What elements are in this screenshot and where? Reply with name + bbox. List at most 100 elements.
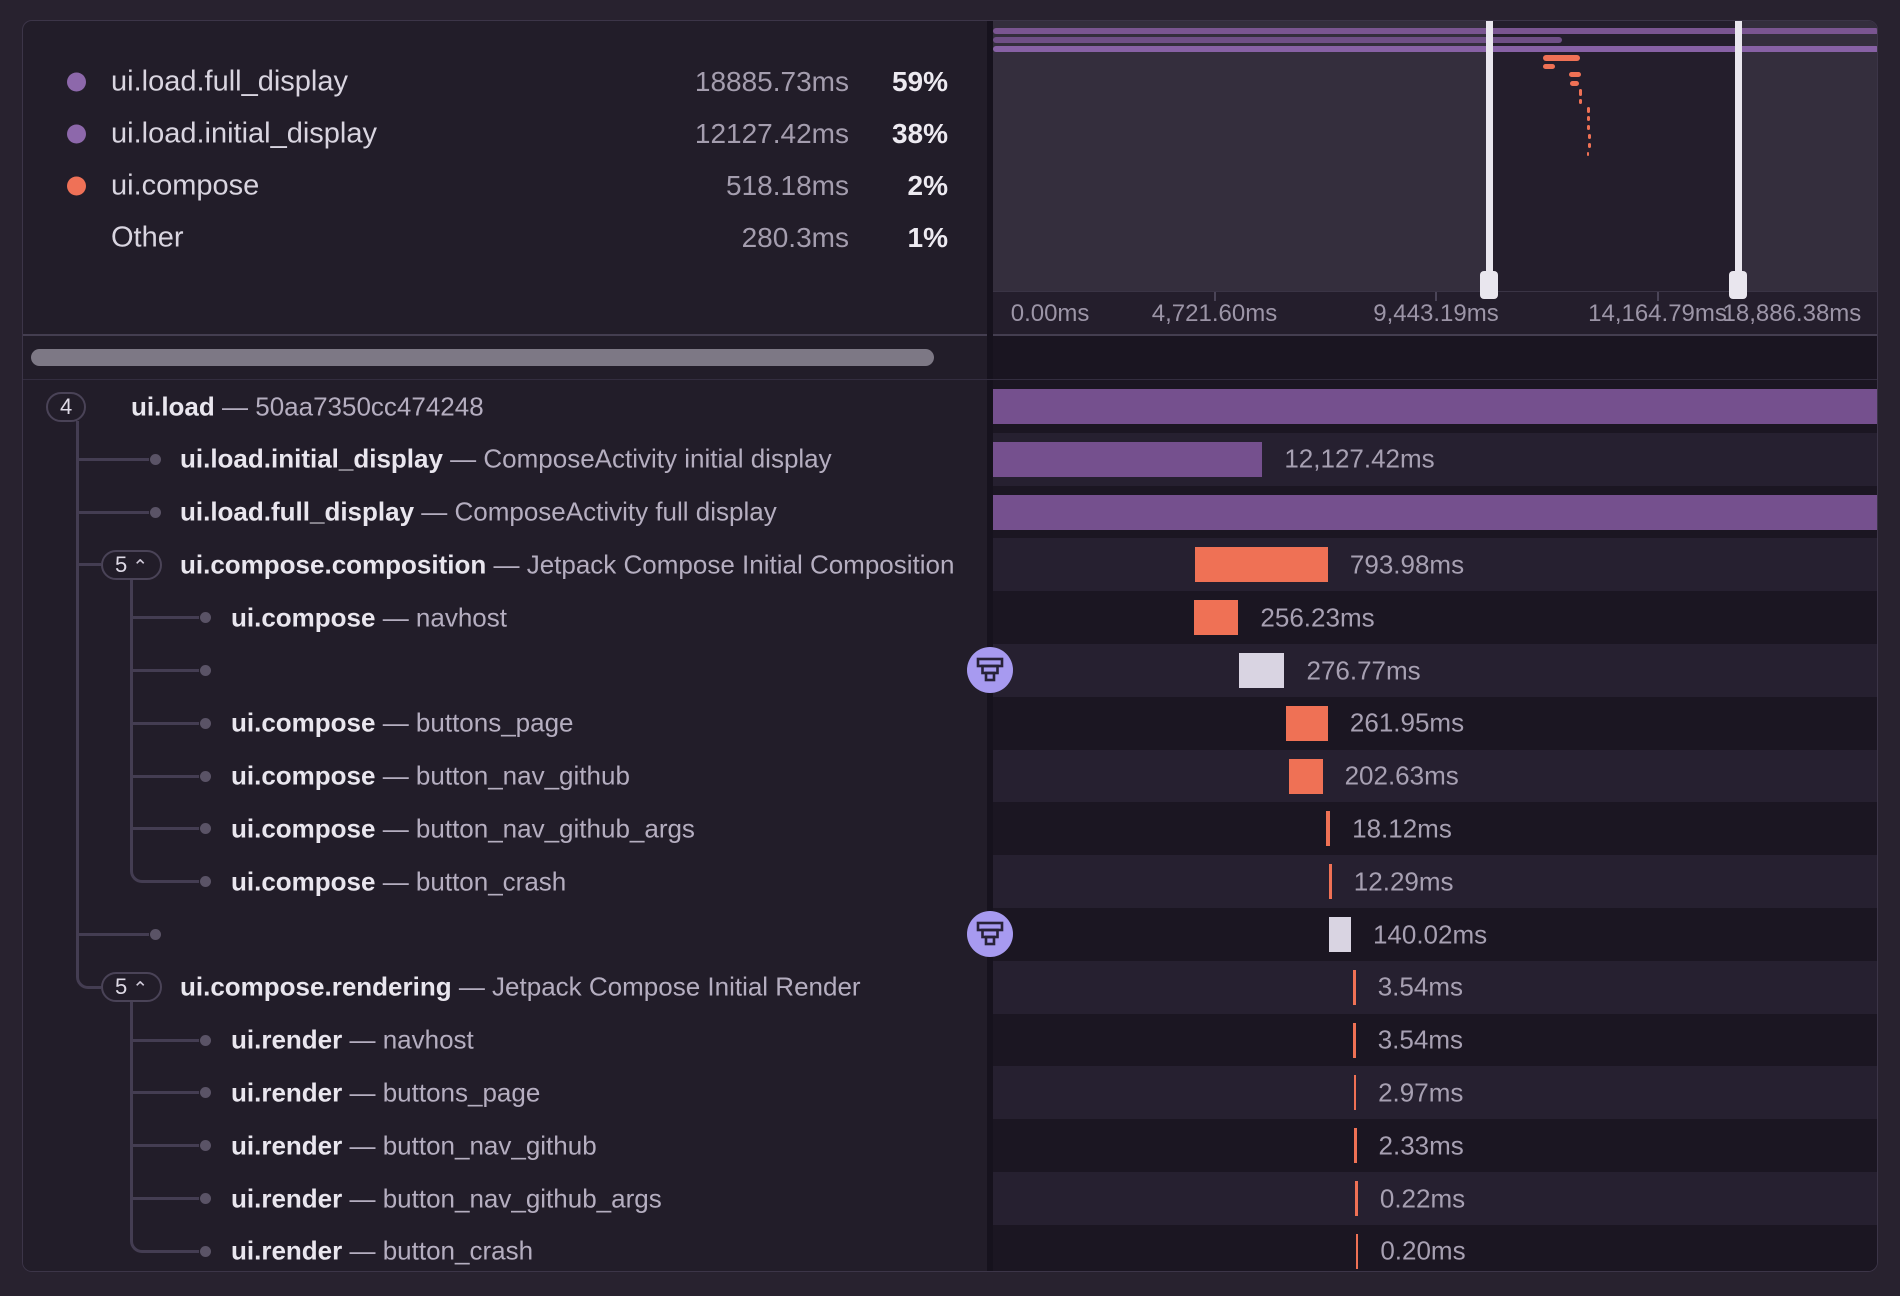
span-duration-label: 202.63ms: [1345, 761, 1459, 792]
badge-count: 4: [60, 394, 72, 420]
tree-connector-line: [77, 511, 149, 514]
span-bar[interactable]: [1194, 600, 1238, 635]
tree-row[interactable]: 5⌃ui.compose.rendering — Jetpack Compose…: [23, 961, 987, 1014]
span-duration-row[interactable]: 12,127.42ms: [993, 433, 1878, 486]
legend-span-duration: 12127.42ms: [695, 118, 849, 150]
span-duration-row[interactable]: 261.95ms: [993, 697, 1878, 750]
span-count-badge[interactable]: 5⌃: [101, 550, 162, 580]
span-bar[interactable]: [1353, 970, 1356, 1005]
legend-span-name: ui.compose: [111, 170, 259, 203]
tree-node-dot: [150, 507, 161, 518]
span-count-badge[interactable]: 4: [46, 392, 86, 422]
chevron-up-icon: ⌃: [132, 985, 148, 995]
tree-row[interactable]: 5⌃ ui.compose.composition — Jetpack Compo…: [23, 538, 987, 591]
span-bar[interactable]: [1326, 811, 1330, 846]
span-bar[interactable]: [993, 389, 1878, 424]
span-tree-label: ui.compose.composition — Jetpack Compose…: [180, 549, 954, 580]
tree-row[interactable]: 4ui.load — 50aa7350cc474248: [23, 380, 987, 433]
span-description: — button_nav_github: [342, 1130, 596, 1160]
axis-label: 9,443.19ms: [1373, 300, 1498, 328]
span-bar[interactable]: [1289, 759, 1323, 794]
tree-connector-line: [77, 458, 149, 461]
span-duration-row[interactable]: [993, 380, 1878, 433]
span-tree-label: ui.render — button_nav_github: [231, 1130, 597, 1161]
span-duration-row[interactable]: 3.54ms: [993, 961, 1878, 1014]
trace-minimap[interactable]: 0.00ms4,721.60ms9,443.19ms14,164.79ms18,…: [993, 21, 1878, 334]
tree-connector-line: [131, 1197, 199, 1200]
span-tree-label: ui.render — button_nav_github_args: [231, 1183, 662, 1214]
tree-node-dot: [200, 612, 211, 623]
span-duration-row[interactable]: 0.22ms: [993, 1172, 1878, 1225]
chevron-up-icon: ⌃: [132, 563, 148, 573]
span-description: — ComposeActivity initial display: [443, 444, 832, 474]
span-duration-row[interactable]: 3.54ms: [993, 1014, 1878, 1067]
span-description: — button_crash: [342, 1236, 533, 1266]
minimap-handle-left[interactable]: [1486, 21, 1493, 291]
minimap-compose-span: [1587, 116, 1590, 121]
span-duration-row[interactable]: 0.20ms: [993, 1225, 1878, 1272]
span-duration-label: 0.20ms: [1380, 1236, 1465, 1267]
legend-item: ui.load.initial_display12127.42ms38%: [23, 114, 965, 154]
duration-panel-top-band: [993, 336, 1878, 380]
span-duration-row[interactable]: 793.98ms: [993, 538, 1878, 591]
tree-row[interactable]: ui.load.full_display — ComposeActivity f…: [23, 486, 987, 539]
span-description: — 50aa7350cc474248: [215, 391, 484, 421]
tree-row-blank[interactable]: [23, 908, 987, 961]
tree-connector-line: [131, 1144, 199, 1147]
span-duration-row[interactable]: 140.02ms: [993, 908, 1878, 961]
span-duration-row[interactable]: 276.77ms: [993, 644, 1878, 697]
legend-span-percent: 1%: [908, 222, 948, 254]
legend-span-duration: 18885.73ms: [695, 66, 849, 98]
span-bar[interactable]: [1286, 706, 1328, 741]
span-bar[interactable]: [993, 495, 1878, 530]
span-bar[interactable]: [1354, 1128, 1357, 1163]
minimap-compose-span: [1588, 134, 1591, 139]
span-duration-label: 18.12ms: [1352, 813, 1452, 844]
horizontal-scrollbar[interactable]: [31, 349, 934, 366]
span-bar[interactable]: [1195, 547, 1328, 582]
tree-connector-line: [130, 1002, 133, 1236]
span-duration-row[interactable]: [993, 486, 1878, 539]
tree-row[interactable]: ui.render — button_crash: [23, 1225, 987, 1272]
span-duration-label: 140.02ms: [1373, 919, 1487, 950]
minimap-handle-right[interactable]: [1735, 21, 1742, 291]
span-description: — ComposeActivity full display: [414, 497, 777, 527]
span-bar[interactable]: [1329, 864, 1332, 899]
span-bar[interactable]: [993, 442, 1262, 477]
span-op-name: ui.compose: [231, 602, 375, 632]
legend-color-dot: [67, 125, 86, 144]
tree-node-dot: [200, 823, 211, 834]
span-tree-panel: 4ui.load — 50aa7350cc474248ui.load.initi…: [23, 336, 987, 1272]
span-bar[interactable]: [1354, 1075, 1357, 1110]
span-bar[interactable]: [1355, 1181, 1358, 1216]
tree-node-dot: [150, 454, 161, 465]
minimap-span-band: [993, 37, 1562, 43]
span-op-name: ui.render: [231, 1077, 342, 1107]
span-duration-row[interactable]: 2.97ms: [993, 1066, 1878, 1119]
span-bar[interactable]: [1356, 1234, 1359, 1269]
span-description: — button_crash: [375, 866, 566, 896]
span-count-badge[interactable]: 5⌃: [101, 972, 162, 1002]
span-tree-label: ui.compose — button_nav_github_args: [231, 813, 695, 844]
minimap-compose-span: [1587, 125, 1590, 130]
minimap-span-band: [993, 46, 1878, 52]
span-bar[interactable]: [1239, 653, 1284, 688]
span-tree-label: ui.compose — button_crash: [231, 866, 566, 897]
minimap-handle-left-grip[interactable]: [1480, 271, 1498, 299]
tree-row[interactable]: ui.load.initial_display — ComposeActivit…: [23, 433, 987, 486]
span-duration-row[interactable]: 2.33ms: [993, 1119, 1878, 1172]
span-duration-row[interactable]: 202.63ms: [993, 750, 1878, 803]
span-duration-row[interactable]: 256.23ms: [993, 591, 1878, 644]
span-tree-label: ui.render — button_crash: [231, 1236, 533, 1267]
span-duration-row[interactable]: 18.12ms: [993, 802, 1878, 855]
span-bar[interactable]: [1329, 917, 1351, 952]
tree-connector-line: [77, 933, 149, 936]
span-bar[interactable]: [1353, 1023, 1356, 1058]
tree-connector-line: [90, 986, 102, 989]
span-duration-label: 12,127.42ms: [1284, 444, 1434, 475]
minimap-handle-right-grip[interactable]: [1729, 271, 1747, 299]
span-duration-row[interactable]: 12.29ms: [993, 855, 1878, 908]
legend-span-duration: 518.18ms: [726, 170, 849, 202]
minimap-bands-area[interactable]: [993, 21, 1878, 291]
span-duration-label: 261.95ms: [1350, 708, 1464, 739]
